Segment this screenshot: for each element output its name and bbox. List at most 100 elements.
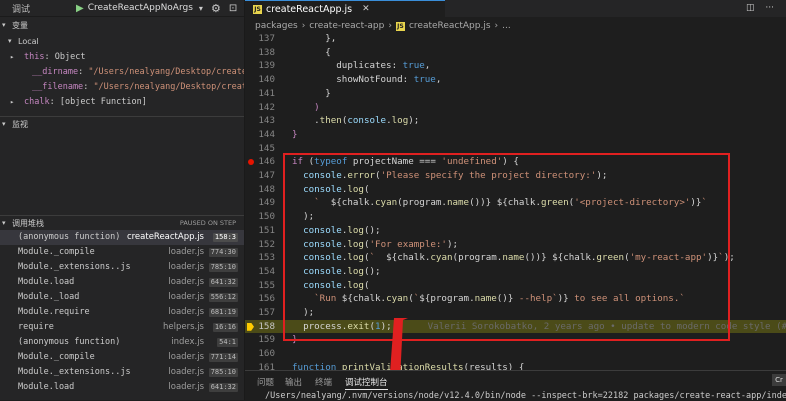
code-line[interactable]: 160 [245, 347, 786, 361]
tab-terminal[interactable]: 终端 [315, 376, 332, 388]
variable-row[interactable]: __dirname: "/Users/nealyang/Desktop/crea… [0, 65, 244, 79]
watch-section-header[interactable]: ▾ 监视 [0, 116, 244, 131]
code-token: (); [363, 265, 381, 277]
panel-corner-button[interactable]: Cr [772, 374, 786, 386]
code-token: ( [363, 183, 370, 195]
code-line[interactable]: 144} [245, 128, 786, 142]
code-text: console.log( [292, 279, 369, 293]
breadcrumb-item-folder[interactable]: create-react-app [309, 21, 384, 31]
split-editor-icon[interactable]: ◫ [746, 3, 755, 13]
stack-frame[interactable]: Module._extensions..js loader.js 785:10 [0, 365, 244, 380]
tab-problems[interactable]: 问题 [257, 376, 274, 388]
code-line[interactable]: 149 ` ${chalk.cyan(program.name())} ${ch… [245, 196, 786, 210]
code-line[interactable]: 146 if (typeof projectName === 'undefined… [245, 155, 786, 169]
variable-row[interactable]: __filename: "/Users/nealyang/Desktop/cre… [0, 80, 244, 94]
variable-name: chalk [24, 97, 50, 107]
code-line[interactable]: 147 console.error('Please specify the pr… [245, 169, 786, 183]
variable-row[interactable]: ▸ this: Object [0, 50, 244, 64]
local-scope-header[interactable]: ▾ Local [0, 34, 244, 48]
code-line[interactable]: 156 `Run ${chalk.cyan(`${program.name()}… [245, 292, 786, 306]
line-number: 141 [258, 87, 275, 99]
code-token: cyan [375, 197, 398, 209]
code-line[interactable]: 159} [245, 333, 786, 347]
code-token: 'undefined' [441, 156, 503, 168]
stack-frame[interactable]: (anonymous function) createReactApp.js 158… [0, 230, 244, 245]
line-number: 154 [258, 265, 275, 277]
breadcrumb-item-file[interactable]: createReactApp.js [409, 21, 491, 31]
code-line[interactable]: 151 console.log(); [245, 224, 786, 238]
code-line[interactable]: 139 duplicates: true, [245, 59, 786, 73]
code-line[interactable]: 158 process.exit(1); Valerii Sorokobatko,… [245, 319, 786, 334]
variable-value: "/Users/nealyang/Desktop/create-re [93, 82, 244, 92]
code-line[interactable]: 153 console.log(` ${chalk.cyan(program.n… [245, 251, 786, 265]
frame-function: Module._compile [18, 352, 95, 362]
code-line[interactable]: 150 ); [245, 210, 786, 224]
code-token: true [402, 60, 425, 72]
code-token: ( [303, 156, 315, 168]
code-text: ); [292, 306, 314, 320]
code-line[interactable]: 138 { [245, 46, 786, 60]
gear-icon[interactable]: ⚙ [211, 2, 221, 15]
frame-file: helpers.js [162, 322, 204, 332]
code-token: then [319, 115, 342, 127]
code-line[interactable]: 152 console.log('For example:'); [245, 238, 786, 252]
code-text: console.log( [292, 183, 370, 197]
code-token: name [502, 252, 525, 264]
code-line[interactable]: 137 }, [245, 32, 786, 46]
code-line[interactable]: 143 .then(console.log); [245, 114, 786, 128]
code-line[interactable]: 157 ); [245, 306, 786, 320]
close-icon[interactable]: ✕ [362, 4, 370, 14]
code-line[interactable]: 140 showNotFound: true, [245, 73, 786, 87]
code-editor[interactable]: 137 }, 138 {139 duplicates: true, 140 show… [245, 32, 786, 373]
code-token: process. [292, 320, 348, 332]
code-token: projectName === [347, 156, 442, 168]
more-actions-icon[interactable]: ··· [765, 3, 774, 13]
code-line[interactable]: 148 console.log( [245, 183, 786, 197]
stack-frame[interactable]: Module.load loader.js 641:32 [0, 380, 244, 395]
terminal-icon[interactable]: ⊡ [229, 3, 237, 14]
variable-row[interactable]: ▸ chalk: [object Function] [0, 95, 244, 109]
stack-frame[interactable]: require helpers.js 16:16 [0, 320, 244, 335]
breadcrumb-item-packages[interactable]: packages [255, 21, 298, 31]
stack-frame[interactable]: Module.require loader.js 681:19 [0, 305, 244, 320]
tab-output[interactable]: 输出 [285, 376, 302, 388]
separator: : [78, 67, 89, 77]
code-line[interactable]: 141 } [245, 87, 786, 101]
local-scope-label: Local [18, 36, 39, 46]
code-line[interactable]: 142 ) [245, 101, 786, 115]
stack-frame[interactable]: Module._load loader.js 556:12 [0, 290, 244, 305]
stack-frame[interactable]: Module.load loader.js 641:32 [0, 275, 244, 290]
callstack-section-header[interactable]: ▾ 调用堆栈 PAUSED ON STEP [0, 215, 244, 230]
chevron-down-icon[interactable]: ▾ [199, 4, 203, 13]
breadcrumb-item-symbol[interactable]: ... [502, 21, 511, 31]
code-token: log [391, 115, 409, 127]
stack-frame[interactable]: (anonymous function) index.js 54:1 [0, 335, 244, 350]
code-line[interactable]: 155 console.log( [245, 279, 786, 293]
code-line[interactable]: 145 [245, 142, 786, 156]
tab-debug-console[interactable]: 调试控制台 [345, 376, 388, 390]
launch-config-select[interactable]: CreateReactAppNoArgs [88, 3, 193, 13]
code-token: console [303, 224, 342, 236]
stack-frame[interactable]: Module._compile loader.js 771:14 [0, 350, 244, 365]
line-number: 137 [258, 33, 275, 44]
tab-createreactapp[interactable]: JS createReactApp.js ✕ [245, 0, 445, 17]
line-number: 139 [258, 60, 275, 72]
code-token: ` [292, 197, 331, 209]
code-token: (program. [452, 252, 503, 264]
frame-position: 774:30 [208, 248, 238, 257]
play-icon[interactable]: ▶ [76, 3, 84, 14]
code-token: ())} ${chalk. [469, 197, 541, 209]
stack-frame[interactable]: Module._extensions..js loader.js 785:10 [0, 260, 244, 275]
chevron-down-icon: ▾ [2, 219, 6, 227]
stack-frame[interactable]: Module._compile loader.js 774:30 [0, 245, 244, 260]
code-token: '<project-directory>' [574, 197, 691, 209]
code-text: }, [292, 32, 336, 46]
code-line[interactable]: 154 console.log(); [245, 265, 786, 279]
chevron-down-icon: ▾ [2, 21, 6, 29]
variables-section-header[interactable]: ▾ 变量 [0, 18, 244, 32]
git-blame-annotation: Valerii Sorokobatko, 2 years ago • updat… [427, 320, 786, 332]
variable-name: __dirname [32, 67, 79, 77]
variable-name: this [24, 52, 45, 62]
